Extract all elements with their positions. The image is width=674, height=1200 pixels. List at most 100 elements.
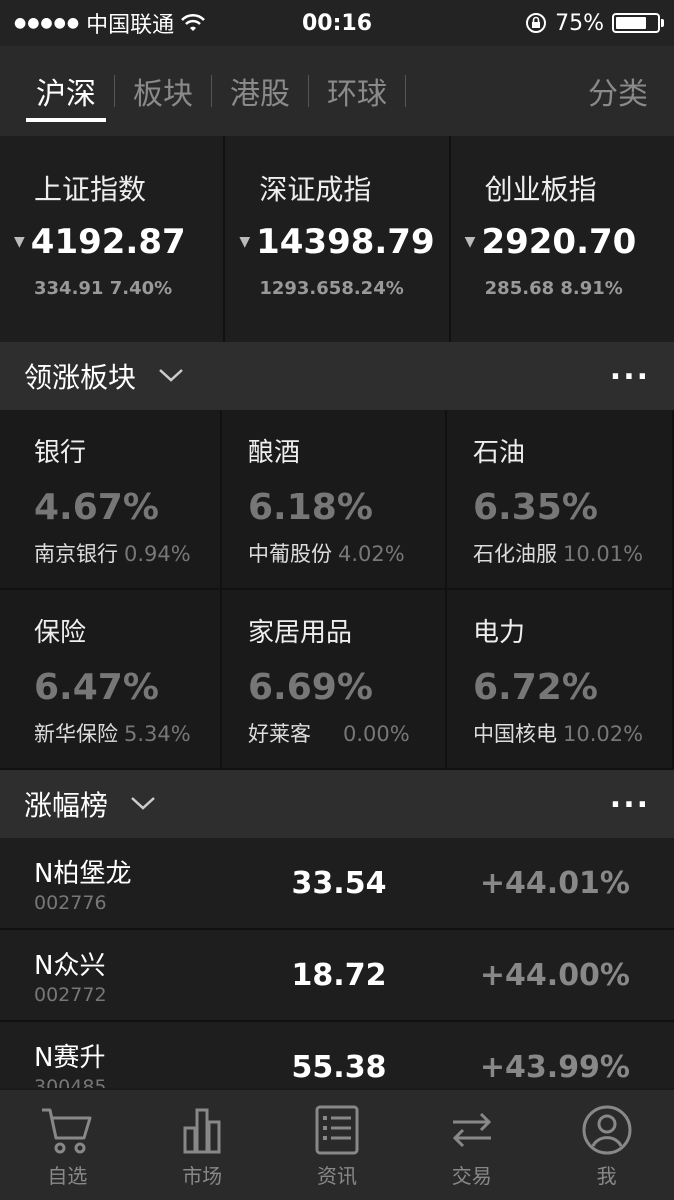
leader-name: 新华保险 xyxy=(34,722,118,746)
tab-label: 市场 xyxy=(182,1164,223,1188)
rotation-lock-icon xyxy=(526,13,547,33)
chevron-down-icon[interactable] xyxy=(158,364,184,389)
sector-percent: 6.35% xyxy=(473,487,598,528)
table-row[interactable]: N赛升 300485 55.38 +43.99% xyxy=(0,1022,674,1089)
bottom-tab-bar: 自选 市场 资讯 交易 我 xyxy=(0,1090,674,1200)
tab-sectors[interactable]: 板块 xyxy=(123,46,203,136)
index-card-chinext[interactable]: 创业板指 ▼ 2920.70 285.68 8.91% xyxy=(451,136,674,342)
index-name: 创业板指 xyxy=(484,173,597,206)
down-arrow-icon: ▼ xyxy=(14,234,25,250)
index-value: 2920.70 xyxy=(481,222,637,262)
tab-watchlist[interactable]: 自选 xyxy=(0,1090,135,1200)
leading-sectors-header[interactable]: 领涨板块 ... xyxy=(0,342,674,410)
sector-name: 银行 xyxy=(34,438,87,468)
category-button[interactable]: 分类 xyxy=(588,69,648,113)
market-tabs: 沪深 板块 港股 环球 分类 xyxy=(0,46,674,136)
down-arrow-icon: ▼ xyxy=(464,234,476,250)
stock-code: 002776 xyxy=(34,891,107,914)
index-name: 深证成指 xyxy=(259,173,372,206)
index-value: 14398.79 xyxy=(256,222,435,262)
more-button[interactable]: ... xyxy=(610,780,650,815)
sector-percent: 6.47% xyxy=(34,667,159,708)
leader-percent: 5.34% xyxy=(124,722,191,746)
sector-card[interactable]: 酿酒 6.18% 中葡股份 4.02% xyxy=(222,410,447,590)
stock-price: 33.54 xyxy=(291,865,387,901)
tab-hk-stocks[interactable]: 港股 xyxy=(220,46,300,136)
leader-percent: 0.00% xyxy=(343,722,410,746)
stock-code: 002772 xyxy=(34,983,107,1006)
status-left: ●●●●● 中国联通 xyxy=(14,7,525,39)
tab-label: 交易 xyxy=(451,1164,492,1188)
sector-card[interactable]: 电力 6.72% 中国核电 10.02% xyxy=(447,590,674,770)
stock-name-column: N众兴 002772 xyxy=(34,945,254,1006)
sector-name: 家居用品 xyxy=(248,618,353,648)
sector-leader: 南京银行 0.94% xyxy=(34,538,220,568)
tab-global[interactable]: 环球 xyxy=(317,46,397,136)
carrier-name: 中国联通 xyxy=(86,13,175,38)
battery-tip xyxy=(661,19,664,27)
bar-chart-icon xyxy=(183,1108,221,1154)
leader-percent: 10.02% xyxy=(563,722,644,746)
more-button[interactable]: ... xyxy=(610,352,650,387)
stock-name-column: N赛升 300485 xyxy=(34,1037,254,1089)
battery-percent: 75% xyxy=(555,10,604,36)
index-value-row: ▼ 2920.70 xyxy=(465,222,674,262)
sector-leader: 中国核电 10.02% xyxy=(473,718,672,748)
tab-divider xyxy=(308,75,309,107)
sector-percent: 6.18% xyxy=(248,487,373,528)
leader-name: 中国核电 xyxy=(473,722,557,746)
leader-percent: 10.01% xyxy=(563,542,644,566)
index-change: 285.68 8.91% xyxy=(484,278,623,299)
section-title: 领涨板块 xyxy=(24,361,137,394)
table-row[interactable]: N众兴 002772 18.72 +44.00% xyxy=(0,930,674,1022)
sector-card[interactable]: 家居用品 6.69% 好莱客 0.00% xyxy=(222,590,447,770)
wifi-icon xyxy=(181,13,206,31)
section-title: 涨幅榜 xyxy=(24,789,109,822)
tab-divider xyxy=(211,75,212,107)
sector-name: 酿酒 xyxy=(248,438,301,468)
index-change: 1293.658.24% xyxy=(259,278,404,299)
tab-divider xyxy=(405,75,406,107)
leader-name: 好莱客 xyxy=(248,722,311,746)
tab-hushen[interactable]: 沪深 xyxy=(26,46,106,136)
stock-name: N众兴 xyxy=(34,950,106,981)
index-card-shanghai[interactable]: 上证指数 ▼ 4192.87 334.91 7.40% xyxy=(0,136,226,342)
tab-profile[interactable]: 我 xyxy=(539,1090,674,1200)
sector-name: 保险 xyxy=(34,618,87,648)
tab-trade[interactable]: 交易 xyxy=(404,1090,539,1200)
index-value-row: ▼ 4192.87 xyxy=(14,222,223,262)
tab-label: 资讯 xyxy=(316,1164,357,1188)
sector-leader: 石化油服 10.01% xyxy=(473,538,672,568)
down-arrow-icon: ▼ xyxy=(239,234,251,250)
sector-card[interactable]: 银行 4.67% 南京银行 0.94% xyxy=(0,410,222,590)
sector-percent: 6.72% xyxy=(473,667,598,708)
index-summary: 上证指数 ▼ 4192.87 334.91 7.40% 深证成指 ▼ 14398… xyxy=(0,136,674,342)
table-row[interactable]: N柏堡龙 002776 33.54 +44.01% xyxy=(0,838,674,930)
profile-icon xyxy=(582,1105,632,1155)
leader-name: 南京银行 xyxy=(34,542,118,566)
sector-grid: 银行 4.67% 南京银行 0.94% 酿酒 6.18% 中葡股份 4.02% 石油… xyxy=(0,410,674,770)
chevron-down-icon[interactable] xyxy=(130,792,156,817)
index-card-shenzhen[interactable]: 深证成指 ▼ 14398.79 1293.658.24% xyxy=(225,136,451,342)
sector-leader: 中葡股份 4.02% xyxy=(248,538,445,568)
sector-name: 石油 xyxy=(473,438,526,468)
stock-change-percent: +44.00% xyxy=(479,957,630,993)
sector-leader: 好莱客 0.00% xyxy=(248,718,445,748)
index-value-row: ▼ 14398.79 xyxy=(239,222,448,262)
index-change: 334.91 7.40% xyxy=(34,278,173,299)
top-gainers-header[interactable]: 涨幅榜 ... xyxy=(0,770,674,838)
stock-change-percent: +44.01% xyxy=(479,865,630,901)
status-right: 75% xyxy=(525,10,664,36)
tab-news[interactable]: 资讯 xyxy=(270,1090,405,1200)
tab-label: 自选 xyxy=(47,1164,88,1188)
sector-leader: 新华保险 5.34% xyxy=(34,718,220,748)
sector-card[interactable]: 石油 6.35% 石化油服 10.01% xyxy=(447,410,674,590)
sector-percent: 6.69% xyxy=(248,667,373,708)
status-bar: ●●●●● 中国联通 00:16 75% xyxy=(0,0,674,46)
news-icon xyxy=(315,1105,359,1155)
tab-market[interactable]: 市场 xyxy=(135,1090,270,1200)
top-gainers-list: N柏堡龙 002776 33.54 +44.01% N众兴 002772 18.… xyxy=(0,838,674,1088)
sector-card[interactable]: 保险 6.47% 新华保险 5.34% xyxy=(0,590,222,770)
leader-percent: 4.02% xyxy=(338,542,405,566)
stock-code: 300485 xyxy=(34,1075,107,1089)
